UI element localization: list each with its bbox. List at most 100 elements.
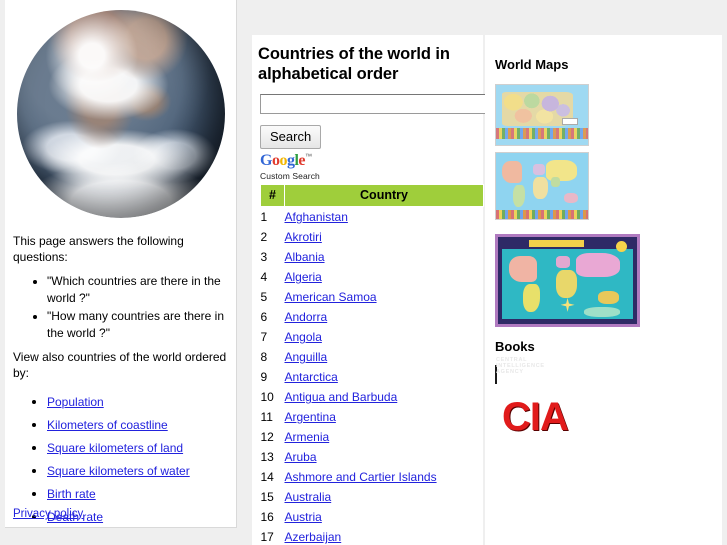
- row-country-cell: Armenia: [285, 427, 484, 447]
- google-custom-search-logo: Google™: [260, 153, 479, 169]
- map-legend-box: [562, 118, 578, 125]
- list-item: Square kilometers of water: [47, 459, 228, 482]
- main-content: Countries of the world in alphabetical o…: [252, 35, 530, 545]
- country-link[interactable]: Antarctica: [285, 370, 338, 384]
- country-link[interactable]: Andorra: [285, 310, 328, 324]
- row-country-cell: Ashmore and Cartier Islands: [285, 467, 484, 487]
- cia-world-factbook-book-cover[interactable]: THE CIA WORLD FACTBOOK 2011 CENTRAL INTE…: [495, 357, 607, 499]
- country-link[interactable]: Albania: [285, 250, 325, 264]
- link-population[interactable]: Population: [47, 395, 104, 409]
- row-country-cell: Akrotiri: [285, 227, 484, 247]
- table-row: 5 American Samoa: [261, 287, 484, 307]
- map-india: [551, 176, 561, 187]
- page-title: Countries of the world in alphabetical o…: [258, 45, 450, 84]
- row-number: 17: [260, 530, 274, 545]
- table-row: 11 Argentina: [261, 407, 484, 427]
- country-table: # Country 1 Afghanistan 2 Akrotiri 3 Albania 4…: [260, 184, 484, 545]
- books-heading: Books: [495, 339, 535, 354]
- table-header-row: # Country: [260, 184, 484, 208]
- earth-photo: [17, 10, 225, 218]
- column-header-number: #: [260, 184, 285, 208]
- country-link[interactable]: Argentina: [285, 410, 336, 424]
- map-antarctica: [584, 306, 621, 318]
- link-birth-rate[interactable]: Birth rate: [47, 487, 96, 501]
- left-sidebar: This page answers the following question…: [5, 0, 237, 528]
- country-link[interactable]: Armenia: [285, 430, 330, 444]
- row-number: 9: [260, 370, 268, 385]
- right-sidebar: World Maps Books: [485, 35, 722, 545]
- table-row: 1 Afghanistan: [261, 207, 484, 228]
- map-flag-strip: [496, 210, 588, 219]
- table-row: 15 Australia: [261, 487, 484, 507]
- row-number: 14: [260, 470, 274, 485]
- country-link[interactable]: Afghanistan: [285, 210, 348, 224]
- list-item: Population: [47, 390, 228, 413]
- row-number: 7: [260, 330, 268, 345]
- table-row: 4 Algeria: [261, 267, 484, 287]
- google-logo-o2: o: [279, 152, 287, 170]
- intro-text: This page answers the following question…: [13, 234, 184, 264]
- earth-image-container: [5, 0, 236, 228]
- table-row: 6 Andorra: [261, 307, 484, 327]
- link-square-kilometers-of-land[interactable]: Square kilometers of land: [47, 441, 183, 455]
- left-sidebar-text: This page answers the following question…: [5, 234, 236, 527]
- country-link[interactable]: Angola: [285, 330, 322, 344]
- privacy-policy-link[interactable]: Privacy policy: [13, 508, 83, 520]
- table-head: # Country: [260, 184, 484, 208]
- row-number: 5: [260, 290, 268, 305]
- row-country-cell: Algeria: [285, 267, 484, 287]
- map-north-america: [501, 160, 522, 184]
- trademark-icon: ™: [305, 153, 312, 161]
- row-country-cell: Afghanistan: [285, 207, 484, 228]
- row-number: 6: [260, 310, 268, 325]
- table-row: 13 Aruba: [261, 447, 484, 467]
- map-europe: [532, 163, 545, 176]
- map-asia: [545, 159, 577, 181]
- table-row: 7 Angola: [261, 327, 484, 347]
- country-link[interactable]: Azerbaijan: [285, 530, 342, 544]
- questions-list: "Which countries are there in the world …: [13, 273, 228, 342]
- map-australia: [598, 290, 619, 304]
- question-item: "How many countries are there in the wor…: [47, 308, 228, 342]
- table-row: 3 Albania: [261, 247, 484, 267]
- table-row: 2 Akrotiri: [261, 227, 484, 247]
- map-africa: [532, 176, 548, 200]
- country-link[interactable]: Aruba: [285, 450, 317, 464]
- link-square-kilometers-of-water[interactable]: Square kilometers of water: [47, 464, 190, 478]
- table-body: 1 Afghanistan 2 Akrotiri 3 Albania 4 Algeria 5 Am…: [261, 207, 484, 545]
- table-row: 9 Antarctica: [261, 367, 484, 387]
- country-link[interactable]: Antigua and Barbuda: [285, 390, 398, 404]
- link-kilometers-of-coastline[interactable]: Kilometers of coastline: [47, 418, 168, 432]
- map-africa: [556, 270, 578, 298]
- usa-political-map-thumbnail[interactable]: [495, 84, 589, 146]
- row-country-cell: Antarctica: [285, 367, 484, 387]
- page-root: This page answers the following question…: [0, 0, 727, 545]
- privacy-policy-container: Privacy policy: [13, 508, 83, 520]
- country-link[interactable]: American Samoa: [285, 290, 377, 304]
- map-flag-strip: [496, 128, 588, 139]
- table-row: 14 Ashmore and Cartier Islands: [261, 467, 484, 487]
- search-button[interactable]: Search: [260, 125, 322, 150]
- question-item: "Which countries are there in the world …: [47, 273, 228, 307]
- column-header-country: Country: [284, 184, 484, 208]
- kids-world-map-thumbnail[interactable]: [495, 234, 640, 327]
- row-country-cell: Aruba: [285, 447, 484, 467]
- row-number: 4: [260, 270, 268, 285]
- list-item: Birth rate: [47, 482, 228, 505]
- row-country-cell: Andorra: [285, 307, 484, 327]
- country-link[interactable]: Akrotiri: [285, 230, 322, 244]
- row-number: 3: [260, 250, 268, 265]
- table-row: 10 Antigua and Barbuda: [261, 387, 484, 407]
- custom-search-label: Custom Search: [260, 171, 320, 182]
- map-australia: [564, 192, 578, 204]
- row-number: 13: [260, 450, 274, 465]
- map-south-america: [523, 283, 540, 312]
- row-country-cell: Antigua and Barbuda: [285, 387, 484, 407]
- country-link[interactable]: Ashmore and Cartier Islands: [285, 470, 437, 484]
- country-link[interactable]: Anguilla: [285, 350, 328, 364]
- country-link[interactable]: Algeria: [285, 270, 322, 284]
- country-link[interactable]: Australia: [285, 490, 332, 504]
- country-link[interactable]: Austria: [285, 510, 322, 524]
- world-political-map-thumbnail[interactable]: [495, 152, 589, 220]
- list-item: Square kilometers of land: [47, 436, 228, 459]
